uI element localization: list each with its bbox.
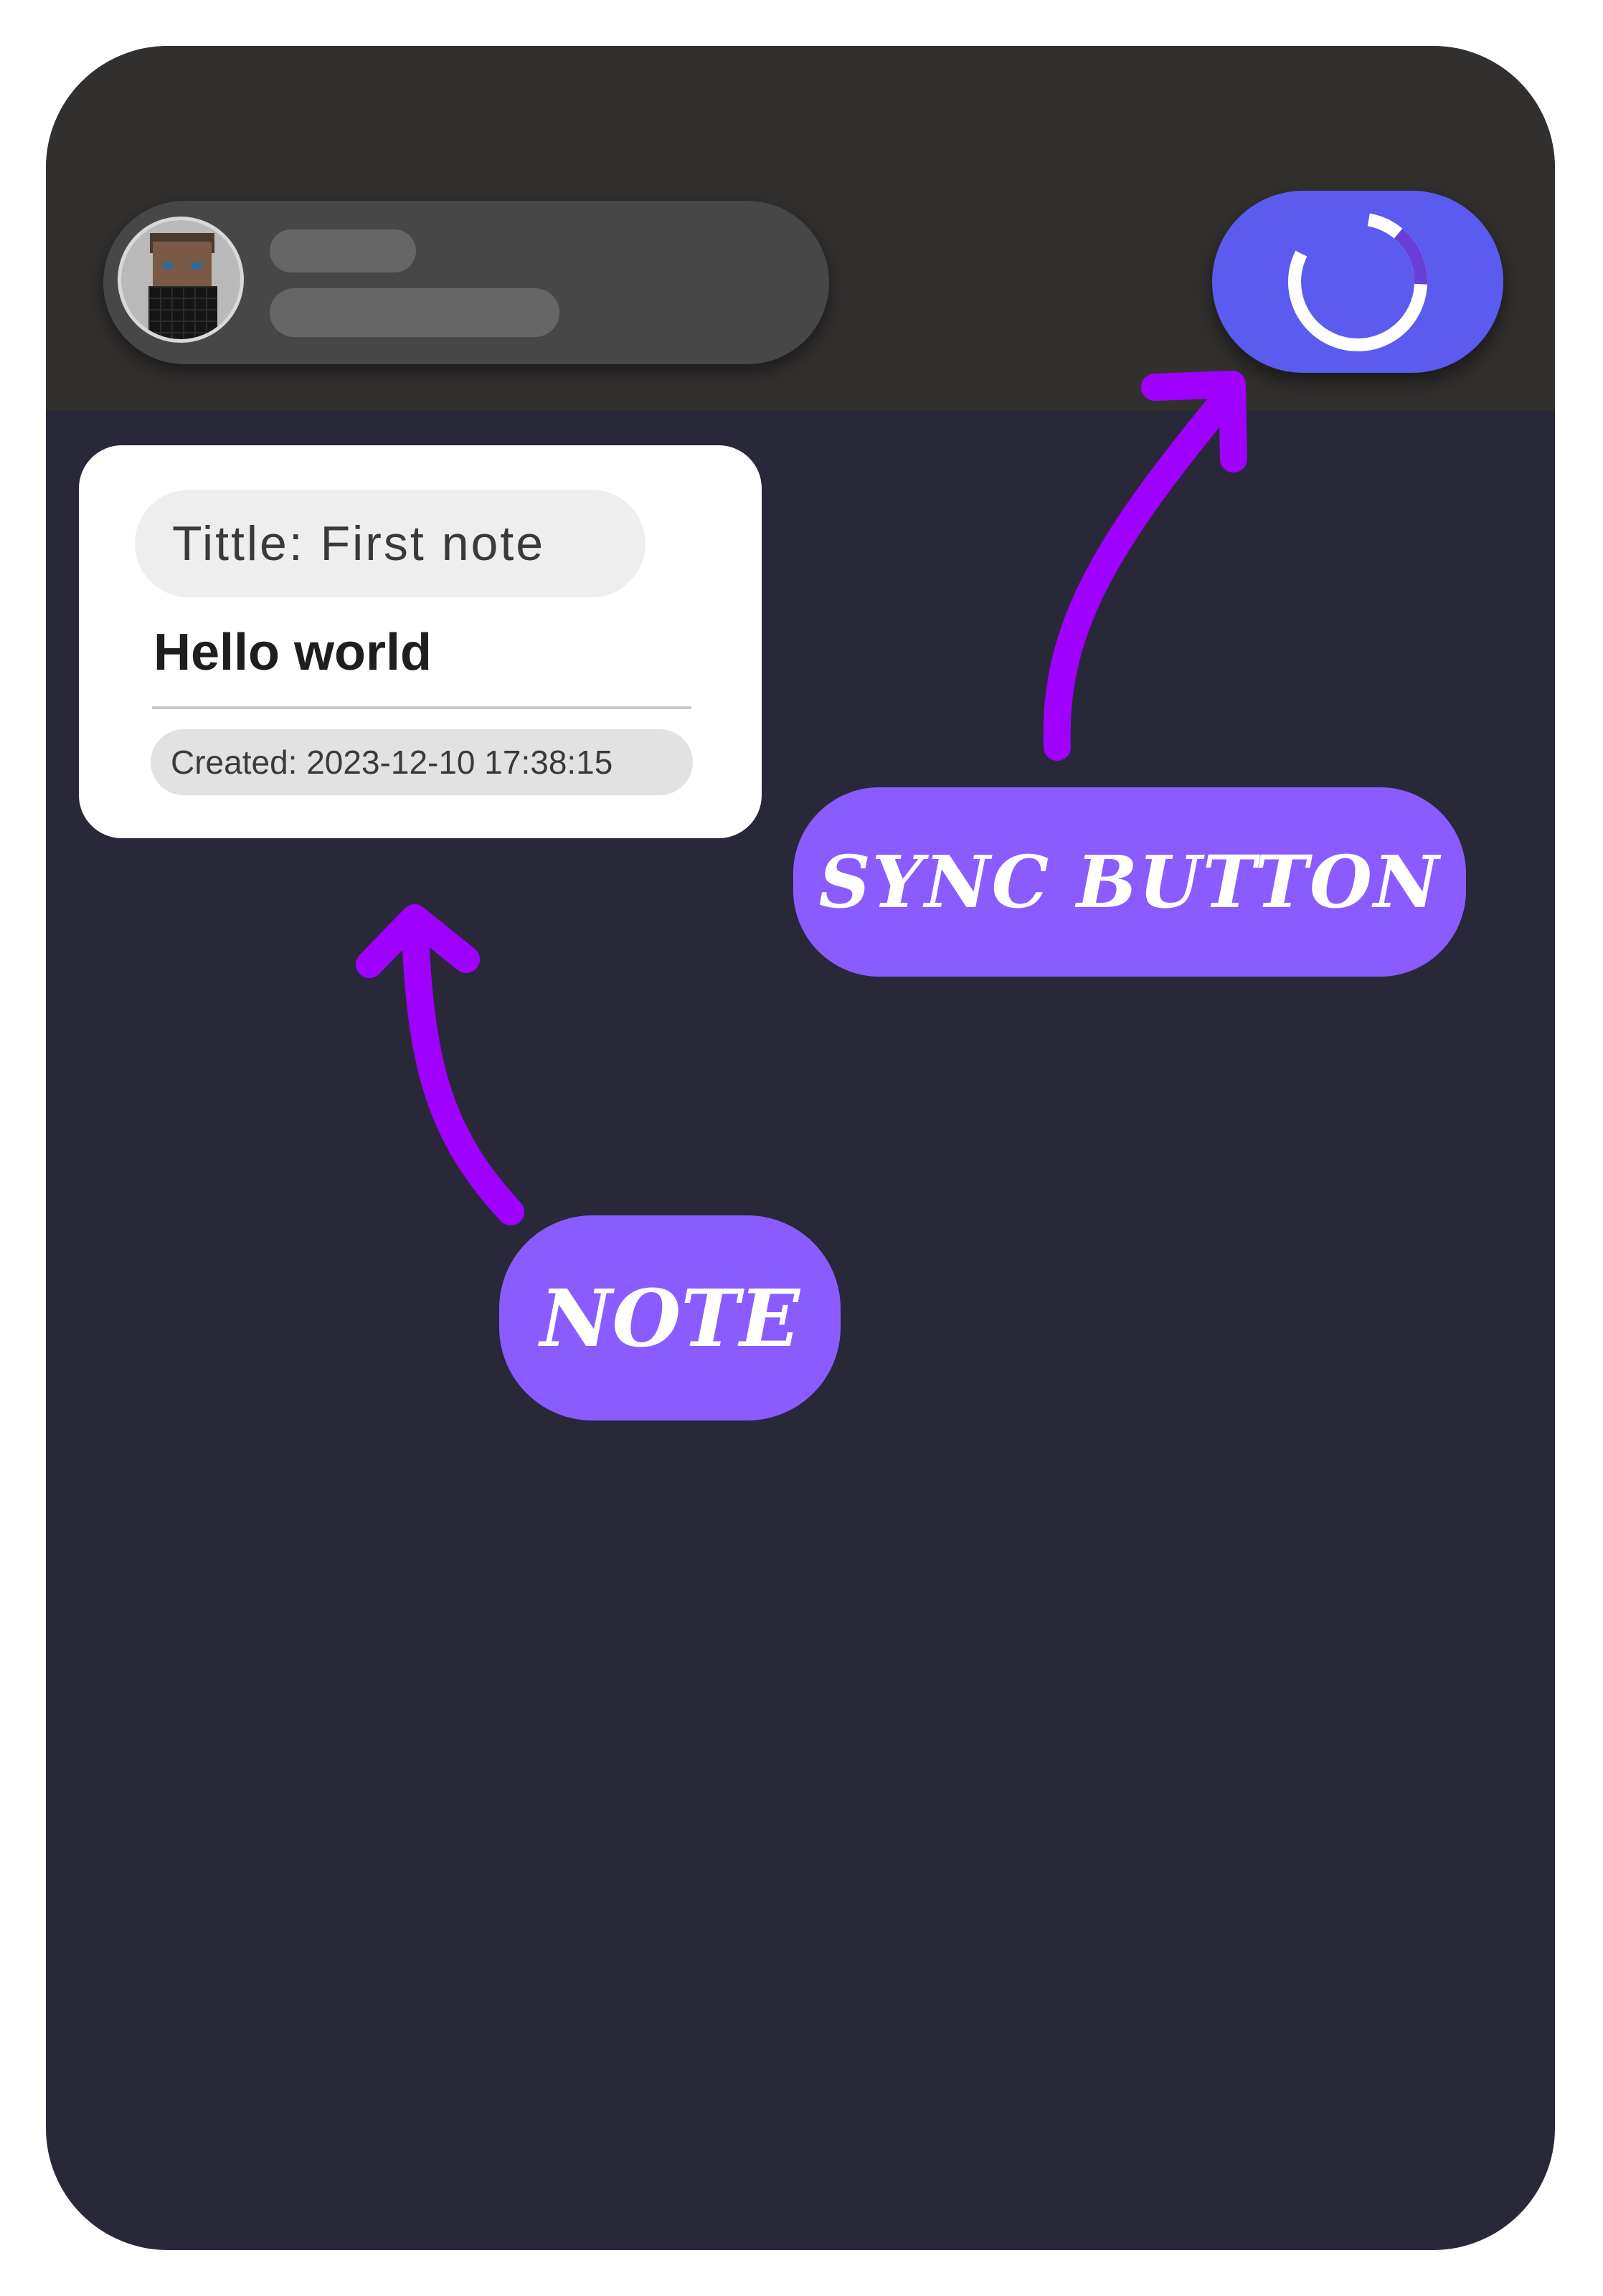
note-callout: Note [499,1215,841,1420]
annotation-arrows [356,371,1247,1225]
sync-arrow-line [1043,388,1236,761]
sync-button-callout: Sync Button [793,787,1466,977]
